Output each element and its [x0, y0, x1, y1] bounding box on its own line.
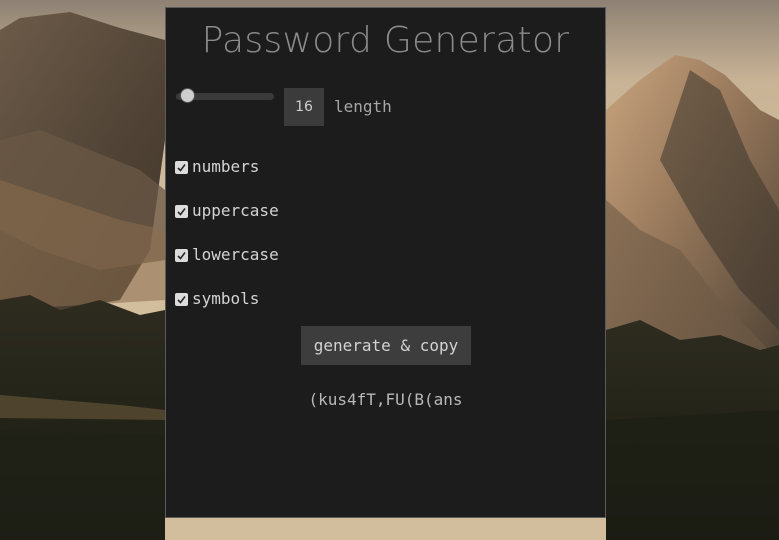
- symbols-option[interactable]: symbols: [175, 289, 259, 309]
- numbers-checkbox[interactable]: [175, 160, 188, 174]
- app-title: Password Generator: [201, 20, 570, 61]
- lowercase-label: lowercase: [192, 245, 279, 264]
- symbols-checkbox[interactable]: [175, 292, 188, 306]
- lowercase-checkbox[interactable]: [175, 248, 188, 262]
- numbers-label: numbers: [192, 157, 260, 176]
- length-label: length: [334, 97, 392, 116]
- check-icon: [177, 295, 186, 304]
- generated-password: (kus4fT,FU(B(ans: [308, 390, 463, 409]
- check-icon: [177, 163, 186, 172]
- slider-thumb[interactable]: [180, 88, 195, 103]
- check-icon: [177, 251, 186, 260]
- length-input[interactable]: [284, 88, 324, 126]
- numbers-option[interactable]: numbers: [175, 157, 259, 177]
- symbols-label: symbols: [192, 289, 260, 308]
- length-slider[interactable]: [176, 88, 274, 103]
- password-generator-window: Password Generator length numbers upperc…: [165, 7, 606, 518]
- generate-copy-button[interactable]: generate & copy: [301, 326, 471, 365]
- uppercase-label: uppercase: [192, 201, 279, 220]
- uppercase-option[interactable]: uppercase: [175, 201, 279, 221]
- check-icon: [177, 207, 186, 216]
- uppercase-checkbox[interactable]: [175, 204, 188, 218]
- lowercase-option[interactable]: lowercase: [175, 245, 279, 265]
